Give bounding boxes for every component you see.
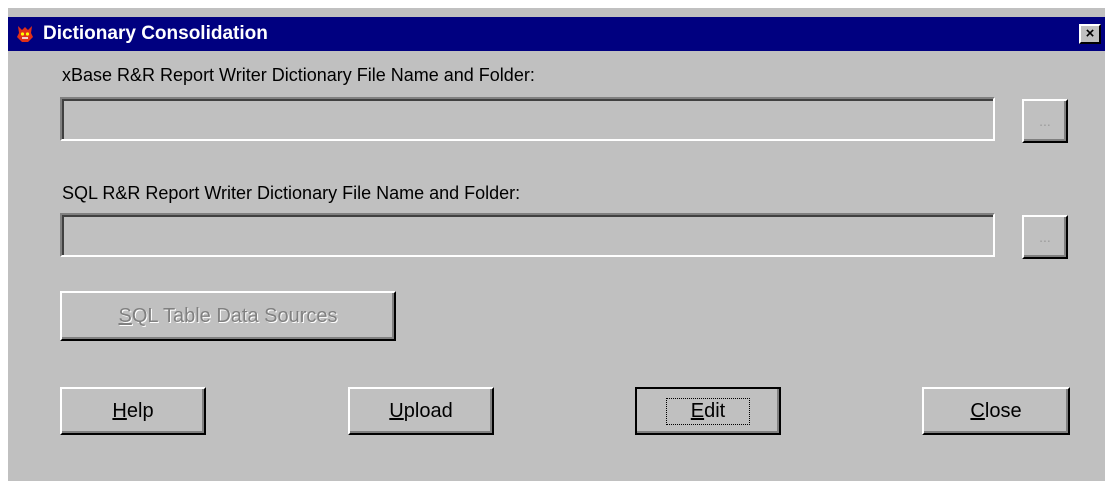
edit-button-label: Edit xyxy=(665,397,751,425)
app-icon xyxy=(14,23,36,45)
close-button-label: Close xyxy=(970,399,1022,422)
close-window-button[interactable]: × xyxy=(1079,24,1101,44)
sql-table-data-sources-button[interactable]: SQL Table Data Sources xyxy=(60,291,396,341)
help-button[interactable]: Help xyxy=(60,387,206,435)
sql-table-data-sources-label: SQL Table Data Sources xyxy=(118,304,338,327)
title-bar[interactable]: Dictionary Consolidation × xyxy=(8,17,1105,51)
xbase-dictionary-path-field[interactable] xyxy=(60,97,995,141)
help-button-label: Help xyxy=(112,399,154,422)
window-title: Dictionary Consolidation xyxy=(43,23,268,44)
edit-button[interactable]: Edit xyxy=(635,387,781,435)
xbase-dictionary-label: xBase R&R Report Writer Dictionary File … xyxy=(62,65,535,85)
xbase-browse-label: ... xyxy=(1039,113,1051,129)
sql-dictionary-label: SQL R&R Report Writer Dictionary File Na… xyxy=(62,183,521,203)
upload-button-label: Upload xyxy=(389,399,453,422)
sql-browse-label: ... xyxy=(1039,229,1051,245)
close-button[interactable]: Close xyxy=(922,387,1070,435)
upload-button[interactable]: Upload xyxy=(348,387,494,435)
xbase-browse-button[interactable]: ... xyxy=(1022,99,1068,143)
sql-browse-button[interactable]: ... xyxy=(1022,215,1068,259)
sql-dictionary-path-field[interactable] xyxy=(60,213,995,257)
dictionary-consolidation-dialog: Dictionary Consolidation × xBase R&R Rep… xyxy=(8,8,1105,481)
